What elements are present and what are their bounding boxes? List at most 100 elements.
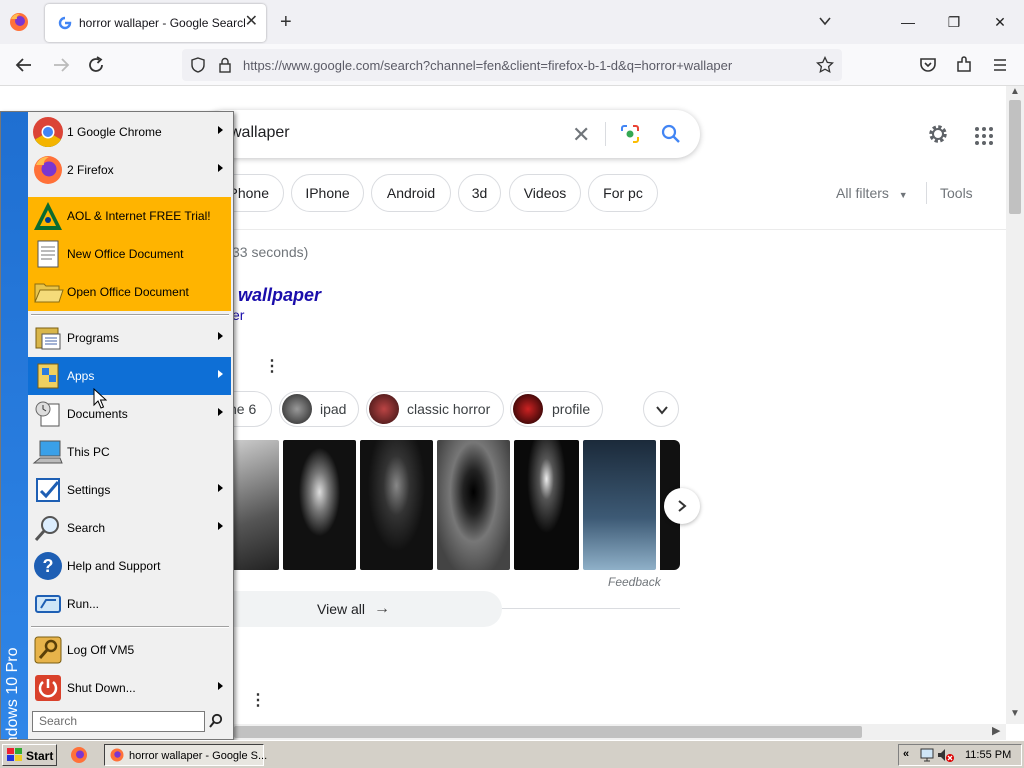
menu-item-label: Log Off VM5 bbox=[67, 643, 135, 657]
menu-item-run[interactable]: Run... bbox=[28, 585, 231, 623]
image-result[interactable] bbox=[437, 440, 510, 570]
start-label: Start bbox=[26, 749, 54, 763]
filter-chip[interactable]: 3d bbox=[458, 174, 501, 212]
filter-chip[interactable]: For pc bbox=[588, 174, 658, 212]
google-lens-icon[interactable] bbox=[620, 124, 640, 144]
show-hidden-icons-button[interactable]: « bbox=[903, 748, 909, 760]
next-images-button[interactable] bbox=[664, 488, 700, 524]
open-folder-icon bbox=[34, 283, 64, 303]
documents-icon bbox=[35, 401, 60, 427]
firefox-icon bbox=[34, 156, 62, 184]
menu-item-label: Programs bbox=[67, 331, 120, 345]
firefox-icon[interactable] bbox=[8, 11, 30, 33]
search-query-text[interactable]: wallaper bbox=[230, 124, 290, 142]
minimize-button[interactable]: — bbox=[898, 12, 918, 32]
tracking-protection-icon[interactable] bbox=[190, 57, 206, 73]
navigation-bar: https://www.google.com/search?channel=fe… bbox=[0, 44, 1024, 86]
pocket-icon[interactable] bbox=[917, 54, 939, 76]
search-submit-icon[interactable] bbox=[660, 123, 682, 145]
related-chip[interactable]: classic horror bbox=[366, 391, 504, 427]
view-all-button[interactable]: View all → bbox=[232, 591, 502, 627]
network-icon[interactable] bbox=[919, 748, 935, 762]
more-options-icon[interactable]: ⋮ bbox=[250, 690, 266, 710]
result-title-link[interactable]: wallpaper bbox=[238, 285, 321, 306]
new-document-icon bbox=[37, 240, 59, 268]
related-chip[interactable]: ipad bbox=[279, 391, 359, 427]
forward-icon[interactable] bbox=[50, 54, 72, 76]
clear-search-icon[interactable]: ✕ bbox=[572, 122, 590, 148]
menu-item-documents[interactable]: Documents bbox=[28, 395, 231, 433]
menu-item-shut-down[interactable]: Shut Down... bbox=[28, 669, 231, 707]
menu-item-programs[interactable]: Programs bbox=[28, 319, 231, 357]
scroll-right-icon[interactable]: ▶ bbox=[992, 724, 1000, 737]
menu-item-label: AOL & Internet FREE Trial! bbox=[67, 209, 211, 223]
scroll-down-icon[interactable]: ▼ bbox=[1010, 708, 1020, 719]
url-bar[interactable]: https://www.google.com/search?channel=fe… bbox=[182, 49, 842, 81]
menu-item-log-off[interactable]: Log Off VM5 bbox=[28, 631, 231, 669]
google-apps-icon[interactable] bbox=[974, 126, 994, 146]
menu-item-help-support[interactable]: ? Help and Support bbox=[28, 547, 231, 585]
new-tab-button[interactable]: + bbox=[280, 11, 292, 33]
extensions-icon[interactable] bbox=[953, 54, 975, 76]
menu-item-aol-trial[interactable]: AOL & Internet FREE Trial! bbox=[28, 197, 231, 235]
hamburger-menu-icon[interactable] bbox=[989, 54, 1011, 76]
feedback-link[interactable]: Feedback bbox=[608, 575, 661, 589]
image-result[interactable] bbox=[514, 440, 579, 570]
search-icon[interactable] bbox=[208, 713, 224, 729]
start-menu-search-input[interactable]: Search bbox=[32, 711, 205, 732]
url-text[interactable]: https://www.google.com/search?channel=fe… bbox=[243, 58, 732, 73]
help-icon: ? bbox=[34, 552, 62, 580]
image-result[interactable] bbox=[283, 440, 356, 570]
chip-thumbnail bbox=[282, 394, 312, 424]
search-box[interactable]: wallaper ✕ bbox=[200, 110, 700, 158]
scroll-up-icon[interactable]: ▲ bbox=[1010, 86, 1020, 97]
menu-item-this-pc[interactable]: This PC bbox=[28, 433, 231, 471]
chevron-down-icon[interactable] bbox=[818, 14, 832, 28]
filter-chip[interactable]: IPhone bbox=[291, 174, 364, 212]
scrollbar-thumb[interactable] bbox=[234, 726, 862, 738]
scrollbar-thumb[interactable] bbox=[1009, 100, 1021, 214]
more-options-icon[interactable]: ⋮ bbox=[264, 356, 280, 376]
browser-tab[interactable]: horror wallaper - Google Search ✕ bbox=[45, 4, 266, 42]
menu-item-open-office-document[interactable]: Open Office Document bbox=[28, 273, 231, 311]
menu-item-google-chrome[interactable]: 1 Google Chrome bbox=[28, 113, 231, 151]
vertical-scrollbar[interactable]: ▲ ▼ bbox=[1006, 86, 1024, 724]
taskbar-window-button[interactable]: horror wallaper - Google S... bbox=[104, 744, 268, 766]
submenu-arrow-icon bbox=[218, 164, 223, 172]
system-tray: « 11:55 PM bbox=[898, 744, 1022, 766]
gear-icon[interactable] bbox=[926, 122, 950, 146]
menu-item-firefox[interactable]: 2 Firefox bbox=[28, 151, 231, 189]
volume-muted-icon[interactable] bbox=[937, 748, 955, 763]
tools-button[interactable]: Tools bbox=[940, 185, 973, 201]
taskbar-window-title: horror wallaper - Google S... bbox=[129, 750, 268, 762]
filter-chip[interactable]: Android bbox=[371, 174, 451, 212]
google-favicon-icon bbox=[58, 16, 72, 30]
lock-icon[interactable] bbox=[218, 57, 232, 73]
clock[interactable]: 11:55 PM bbox=[965, 749, 1011, 761]
arrow-right-icon: → bbox=[374, 600, 390, 617]
menu-item-apps[interactable]: Apps bbox=[28, 357, 231, 395]
image-result[interactable] bbox=[360, 440, 433, 570]
chip-thumbnail bbox=[513, 394, 543, 424]
image-result[interactable] bbox=[583, 440, 656, 570]
menu-item-new-office-document[interactable]: New Office Document bbox=[28, 235, 231, 273]
all-filters-button[interactable]: All filters ▼ bbox=[836, 185, 908, 201]
related-chip-label: classic horror bbox=[407, 401, 491, 417]
close-window-button[interactable]: ✕ bbox=[990, 12, 1010, 32]
bookmark-star-icon[interactable] bbox=[816, 56, 834, 74]
related-chip[interactable]: profile bbox=[510, 391, 603, 427]
maximize-button[interactable]: ❐ bbox=[944, 12, 964, 32]
filter-chip[interactable]: Videos bbox=[509, 174, 581, 212]
firefox-icon[interactable] bbox=[70, 746, 88, 764]
result-stats: 33 seconds) bbox=[232, 244, 309, 260]
chevron-right-icon bbox=[678, 500, 687, 512]
close-tab-icon[interactable]: ✕ bbox=[245, 13, 258, 31]
submenu-arrow-icon bbox=[218, 126, 223, 134]
back-icon[interactable] bbox=[13, 54, 35, 76]
expand-chips-button[interactable] bbox=[643, 391, 679, 427]
start-button[interactable]: Start bbox=[2, 744, 57, 766]
reload-icon[interactable] bbox=[85, 54, 107, 76]
image-result[interactable] bbox=[232, 440, 279, 570]
menu-item-search[interactable]: Search bbox=[28, 509, 231, 547]
menu-item-settings[interactable]: Settings bbox=[28, 471, 231, 509]
